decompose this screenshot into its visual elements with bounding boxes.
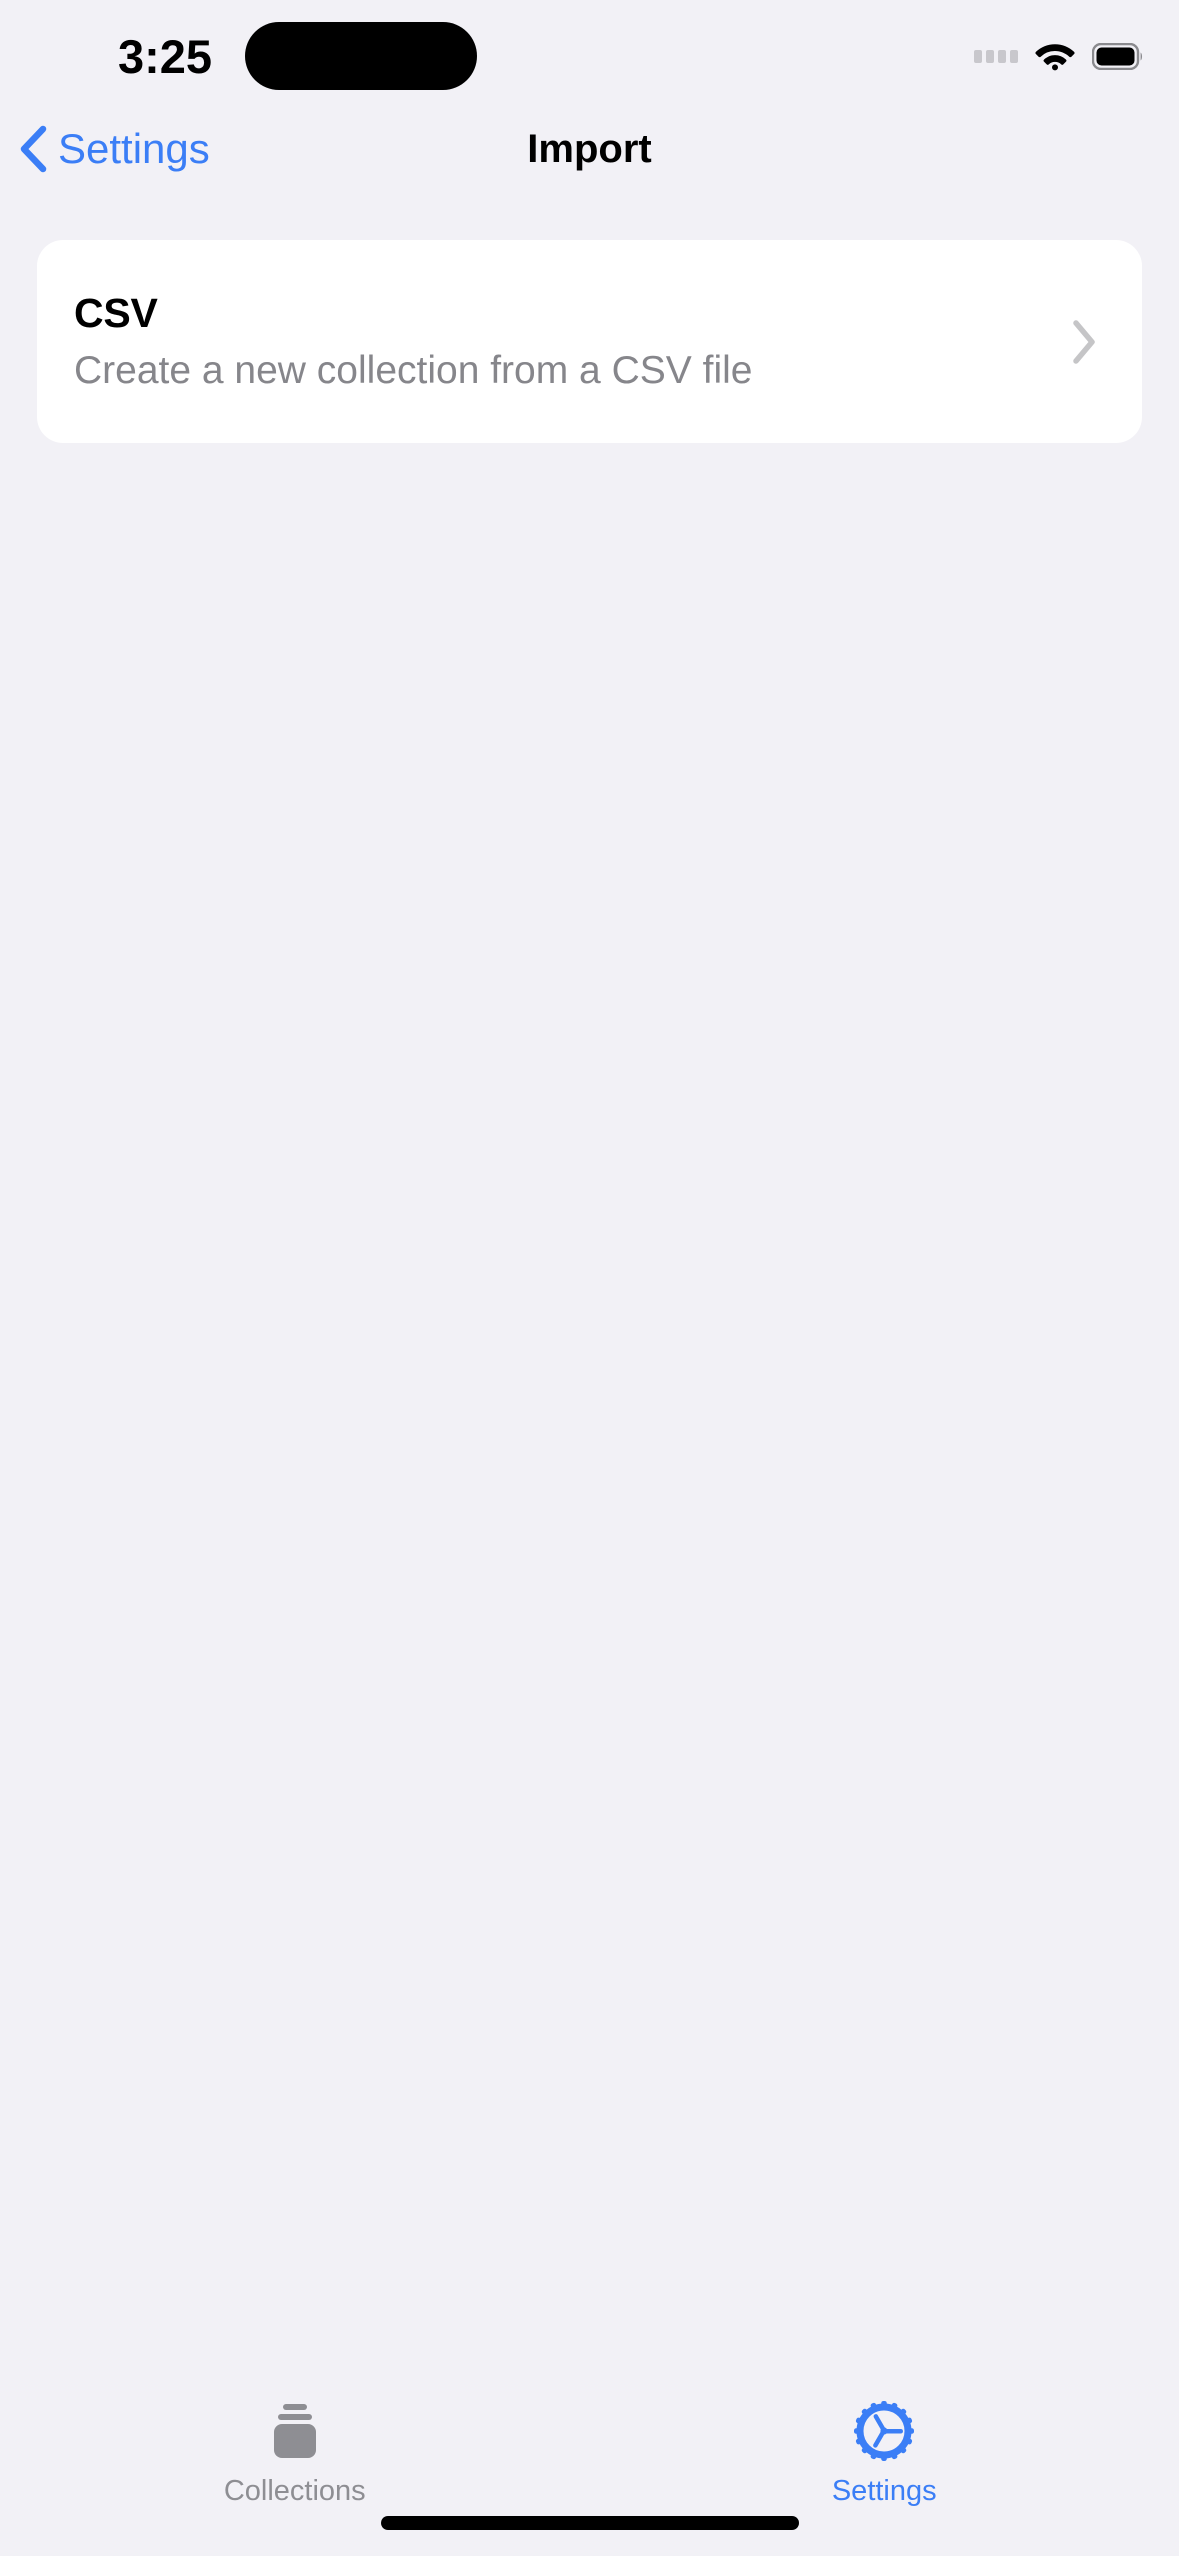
import-csv-row-text: CSV Create a new collection from a CSV f… — [74, 288, 1052, 395]
app-screen: 3:25 Settings Import CSV Create a new co… — [0, 0, 1179, 2556]
main-content: CSV Create a new collection from a CSV f… — [0, 194, 1179, 2270]
battery-icon — [1092, 42, 1144, 70]
navigation-bar: Settings Import — [0, 108, 1179, 194]
dynamic-island — [245, 22, 477, 90]
page-title: Import — [527, 127, 652, 171]
chevron-right-icon — [1052, 319, 1106, 365]
tab-bar: Collections Settings — [0, 2270, 1179, 2556]
home-indicator[interactable] — [380, 2516, 799, 2530]
gear-icon — [851, 2400, 917, 2462]
status-bar-time: 3:25 — [117, 30, 213, 83]
cellular-dots-icon — [974, 49, 1018, 63]
import-csv-row[interactable]: CSV Create a new collection from a CSV f… — [37, 240, 1142, 443]
tab-settings[interactable]: Settings — [590, 2270, 1179, 2556]
tab-settings-label: Settings — [831, 2475, 937, 2507]
wifi-icon — [1035, 41, 1075, 71]
status-bar: 3:25 — [0, 0, 1179, 108]
tab-collections-label: Collections — [223, 2475, 366, 2507]
status-bar-indicators — [974, 36, 1144, 76]
square-stack-icon — [262, 2400, 328, 2462]
tab-collections[interactable]: Collections — [0, 2270, 590, 2556]
import-csv-row-title: CSV — [74, 290, 158, 336]
import-csv-row-subtitle: Create a new collection from a CSV file — [74, 349, 753, 392]
